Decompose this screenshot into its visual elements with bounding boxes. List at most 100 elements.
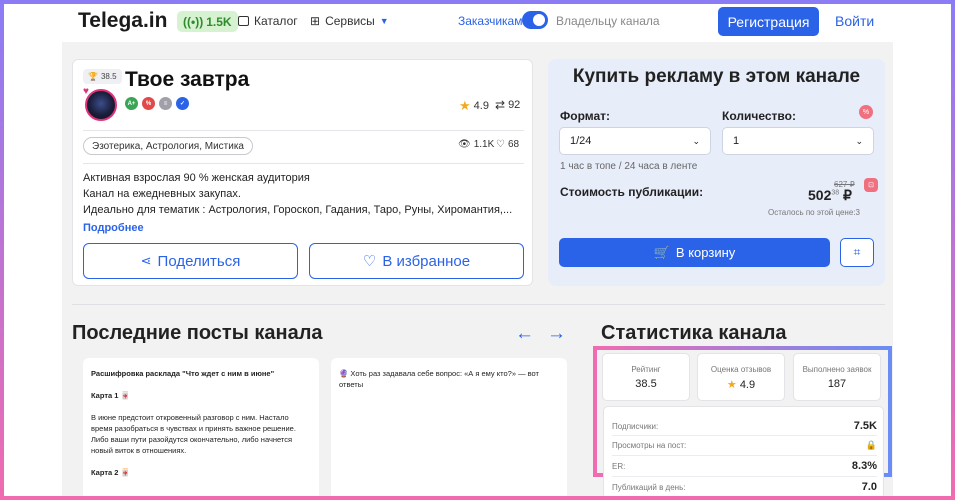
stat-value: 38.5 (635, 378, 657, 390)
add-to-cart-button[interactable]: 🛒 В корзину (559, 238, 830, 267)
post-line: Карта 1 🀄 (91, 391, 130, 400)
score: ★ 4.9 (459, 98, 489, 114)
views-value: 1.1K (473, 139, 495, 150)
stats-list: Подписчики: 7.5K Просмотры на пост: 🔒 ER… (603, 406, 884, 500)
toggle-label-owner[interactable]: Владельцу канала (556, 14, 660, 28)
stat-value-text: 4.9 (739, 379, 756, 391)
channel-badge-icon: % (142, 97, 155, 110)
topic-tag[interactable]: Эзотерика, Астрология, Мистика (83, 137, 253, 155)
stat-row-label: ER: (612, 461, 626, 471)
qr-icon: ⌗ (853, 245, 861, 259)
qr-button[interactable]: ⌗ (840, 238, 874, 267)
role-toggle[interactable] (522, 11, 548, 29)
likes-value: 68 (507, 139, 520, 150)
grid-icon: ⊞ (310, 14, 321, 28)
lock-icon[interactable]: 🔒 (866, 440, 877, 451)
arrow-left-icon[interactable]: ← (515, 323, 534, 345)
stat-row-label: Публикаций в день: (612, 482, 686, 492)
row-divider (612, 455, 877, 456)
likes: ♡ 68 (496, 139, 519, 150)
quantity-select[interactable]: 1 ⌄ (722, 127, 874, 155)
post-line: Расшифровка расклада "Что ждет с ним в и… (91, 369, 275, 378)
site-logo[interactable]: Telega.in (78, 9, 167, 33)
discount-icon: % (859, 105, 873, 119)
format-value: 1/24 (570, 135, 592, 147)
register-button[interactable]: Регистрация (718, 7, 819, 36)
stat-row-label: Просмотры на пост: (612, 441, 687, 450)
share-button[interactable]: ⋖ Поделиться (83, 243, 298, 279)
channel-badges: A+% ≡ ✓ (125, 97, 189, 110)
stat-completed-orders: Выполнено заявок 187 (793, 353, 881, 401)
nav-services[interactable]: ⊞ Сервисы ▼ (310, 14, 389, 28)
stat-label: Выполнено заявок (802, 365, 872, 374)
description-line: Активная взрослая 90 % женская аудитория (83, 172, 310, 184)
buy-ad-panel: Купить рекламу в этом канале Формат: 1/2… (548, 59, 885, 286)
repost-icon: ⇄ (495, 98, 506, 112)
broadcast-icon: ((•)) (183, 14, 204, 29)
channel-title: Твое завтра (125, 68, 250, 91)
stat-row-value: 7.5K (853, 420, 877, 432)
channel-badge-icon: ≡ (159, 97, 172, 110)
stat-row-subscribers: Подписчики: 7.5K (612, 420, 877, 432)
share-icon: ⋖ (140, 253, 152, 268)
stat-label: Рейтинг (631, 365, 661, 374)
card-divider (83, 130, 524, 131)
section-divider (72, 304, 885, 305)
rating-chip: 🏆 38.5 (83, 69, 122, 84)
format-hint: 1 час в топе / 24 часа в ленте (560, 161, 698, 172)
cart-label: В корзину (675, 245, 736, 260)
price-currency: ₽ (843, 187, 852, 203)
stat-rating: Рейтинг 38.5 (602, 353, 690, 401)
read-more-link[interactable]: Подробнее (83, 222, 144, 234)
quantity-value: 1 (733, 135, 740, 147)
price-main: 502 (808, 187, 832, 203)
stat-row-label: Подписчики: (612, 421, 659, 431)
post-line: 🔮 Хоть раз задавала себе вопрос: «А я ем… (339, 369, 539, 378)
heart-icon: ♡ (362, 253, 377, 270)
toggle-label-customers[interactable]: Заказчикам (458, 14, 522, 28)
arrow-right-icon[interactable]: → (547, 323, 566, 345)
post-card[interactable]: 🔮 Хоть раз задавала себе вопрос: «А я ем… (331, 358, 567, 500)
post-line: время разобраться в чувствах и принять в… (91, 424, 296, 433)
card-divider (83, 163, 524, 164)
star-icon: ★ (459, 98, 471, 113)
format-select[interactable]: 1/24 ⌄ (559, 127, 711, 155)
views: 👁 1.1K (458, 139, 494, 150)
channel-card: 🏆 38.5 ♥ Твое завтра A+% ≡ ✓ ★ 4.9 ⇄ 92 Эз… (72, 59, 533, 286)
trophy-icon: 🏆 (88, 72, 98, 81)
stat-row-er: ER: 8.3% (612, 460, 877, 472)
stat-row-value: 7.0 (861, 481, 877, 493)
post-line (91, 456, 311, 467)
reposts: ⇄ 92 (495, 98, 520, 112)
catalog-icon (238, 16, 249, 26)
chevron-down-icon: ⌄ (692, 135, 700, 146)
price: 50238 ₽ (808, 187, 852, 204)
login-link[interactable]: Войти (835, 13, 874, 29)
stat-review-score: Оценка отзывов ★ 4.9 (697, 353, 785, 401)
channel-badge-icon: ✓ (176, 97, 189, 110)
heart-icon: ♡ (496, 139, 505, 150)
format-label: Формат: (560, 109, 611, 123)
online-count: 1.5K (206, 14, 232, 29)
buy-title: Купить рекламу в этом канале (572, 66, 861, 87)
price-cents: 38 (831, 189, 840, 197)
favorite-button[interactable]: ♡ В избранное (309, 243, 524, 279)
chevron-down-icon: ⌄ (855, 135, 863, 146)
reposts-value: 92 (508, 99, 521, 111)
bag-icon: ⊡ (864, 178, 878, 192)
nav-catalog[interactable]: Каталог (238, 14, 298, 28)
stat-row-posts-per-day: Публикаций в день: 7.0 (612, 481, 877, 493)
score-value: 4.9 (473, 100, 489, 112)
post-line: Карта 2 🀄 (91, 468, 130, 477)
row-divider (612, 476, 877, 477)
nav-services-label: Сервисы (325, 14, 375, 28)
star-icon: ★ (726, 379, 737, 391)
chevron-down-icon: ▼ (379, 16, 389, 26)
post-card[interactable]: Расшифровка расклада "Что ждет с ним в и… (83, 358, 319, 500)
stat-label: Оценка отзывов (710, 365, 772, 374)
online-badge: ((•)) 1.5K (177, 11, 238, 32)
channel-badge-icon: A+ (125, 97, 138, 110)
stat-value: ★ 4.9 (698, 378, 784, 391)
description-line: Идеально для тематик : Астрология, Горос… (83, 204, 513, 216)
post-line: новый виток в отношениях. (91, 446, 187, 455)
